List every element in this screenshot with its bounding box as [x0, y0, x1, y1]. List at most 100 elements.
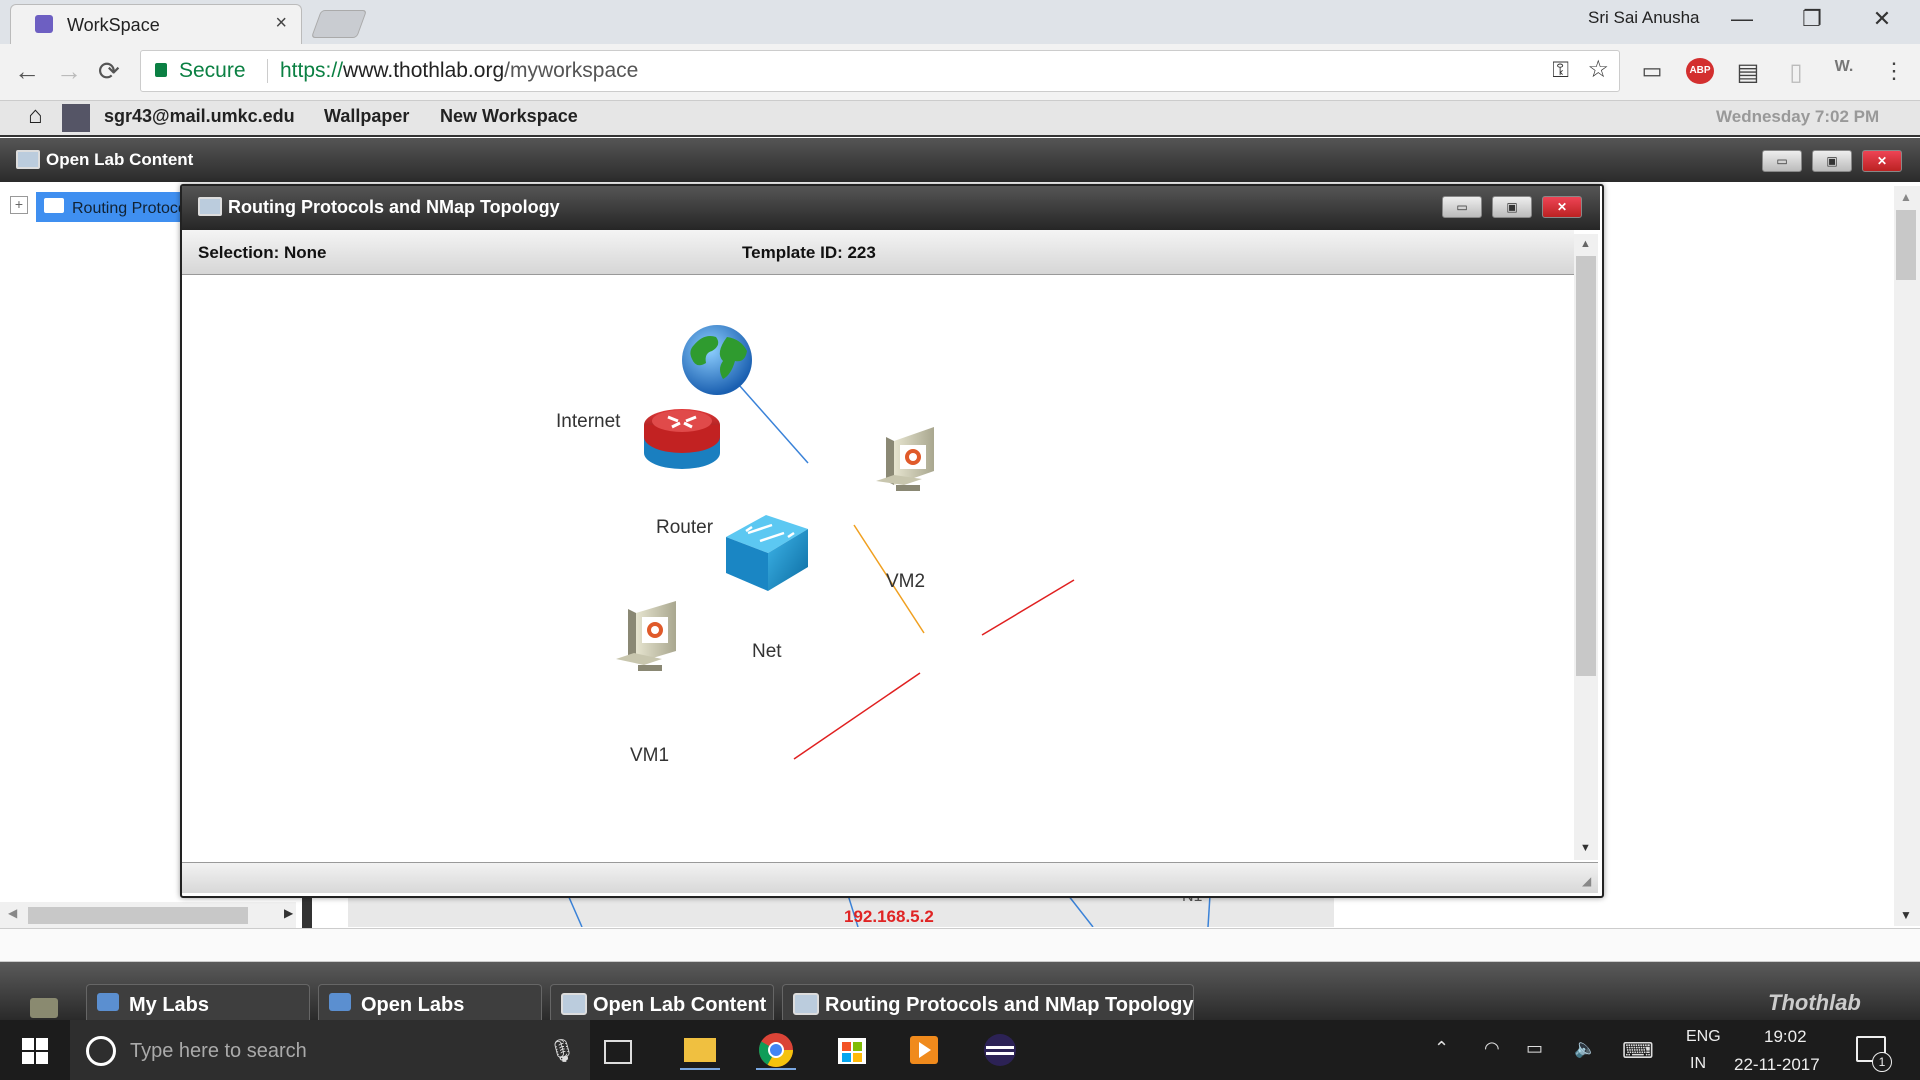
- panel-splitter[interactable]: [302, 896, 312, 928]
- task-view-icon[interactable]: [604, 1040, 632, 1064]
- home-icon[interactable]: ⌂: [28, 102, 43, 130]
- tree-expand-icon[interactable]: +: [10, 196, 28, 214]
- window-close-button[interactable]: ✕: [1862, 6, 1902, 32]
- microphone-icon[interactable]: 🎙: [548, 1038, 576, 1064]
- lab-tab-open-labs[interactable]: Open Labs: [318, 984, 542, 1021]
- search-placeholder: Type here to search: [130, 1040, 307, 1062]
- eclipse-icon[interactable]: [980, 1030, 1020, 1070]
- topology-minimize-button[interactable]: ▭: [1442, 196, 1482, 218]
- link-net-vm1: [793, 672, 921, 760]
- lab-tab-open-lab-content[interactable]: Open Lab Content: [550, 984, 774, 1021]
- browser-tab[interactable]: WorkSpace ×: [10, 4, 302, 45]
- film-extension-icon[interactable]: ▤: [1734, 58, 1762, 86]
- lab-tab-label: My Labs: [129, 994, 210, 1016]
- notification-count-badge: 1: [1872, 1052, 1892, 1072]
- topology-close-button[interactable]: ✕: [1542, 196, 1582, 218]
- volume-icon[interactable]: 🔈: [1574, 1038, 1596, 1059]
- vm2-computer-icon[interactable]: [876, 427, 934, 491]
- node-label-router: Router: [656, 517, 714, 538]
- lab-tab-label: Open Labs: [361, 994, 465, 1016]
- my-labs-icon: [97, 993, 119, 1011]
- status-bar: [0, 928, 1920, 962]
- node-label-internet: Internet: [556, 411, 621, 432]
- tree-item-routing-protocols[interactable]: Routing Protocols and NMap Topology: [36, 192, 345, 222]
- browser-tab-title: WorkSpace: [67, 15, 160, 35]
- avatar[interactable]: [62, 104, 90, 132]
- cast-icon[interactable]: ▭: [1638, 58, 1666, 84]
- page-vertical-scrollbar[interactable]: [1894, 186, 1920, 926]
- lab-tab-routing-topology[interactable]: Routing Protocols and NMap Topology: [782, 984, 1194, 1021]
- reload-icon[interactable]: ⟳: [98, 56, 120, 87]
- taskbar-date[interactable]: 22-11-2017: [1734, 1055, 1820, 1075]
- tray-chevron-icon[interactable]: ⌃: [1434, 1038, 1449, 1059]
- computer-icon: [16, 150, 40, 169]
- page-scroll-down-icon[interactable]: ▼: [1900, 908, 1912, 922]
- lab-tab-label: Open Lab Content: [593, 994, 767, 1016]
- windows-start-icon[interactable]: [22, 1038, 48, 1064]
- open-labs-icon: [329, 993, 351, 1011]
- olc-close-button[interactable]: ✕: [1862, 150, 1902, 172]
- selection-status: Selection: None: [198, 243, 327, 262]
- store-icon[interactable]: [832, 1030, 872, 1070]
- url-path: /myworkspace: [504, 59, 639, 82]
- background-ip-label: 192.168.5.2: [844, 907, 934, 926]
- input-region[interactable]: IN: [1690, 1055, 1706, 1073]
- page-vertical-scroll-thumb[interactable]: [1896, 210, 1916, 280]
- wallpaper-link[interactable]: Wallpaper: [324, 106, 409, 127]
- address-bar[interactable]: Secure https://www.thothlab.org/myworksp…: [140, 50, 1620, 92]
- back-arrow-icon[interactable]: ←: [14, 56, 40, 87]
- node-label-vm1: VM1: [630, 745, 670, 766]
- chrome-profile-name[interactable]: Sri Sai Anusha: [1588, 8, 1700, 28]
- window-restore-button[interactable]: ❐: [1792, 6, 1832, 32]
- pdf-extension-icon[interactable]: ▯: [1782, 58, 1810, 86]
- media-player-icon[interactable]: [904, 1030, 944, 1070]
- workspace-clock: Wednesday 7:02 PM: [1716, 107, 1880, 126]
- window-minimize-button[interactable]: —: [1722, 6, 1762, 32]
- computer-icon: [198, 197, 222, 216]
- computer-icon: [561, 993, 587, 1015]
- chrome-icon[interactable]: [756, 1030, 796, 1070]
- url-text[interactable]: https://www.thothlab.org/myworkspace: [267, 59, 638, 83]
- topology-scroll-down-icon[interactable]: ▼: [1580, 842, 1591, 854]
- taskbar-time[interactable]: 19:02: [1764, 1027, 1807, 1047]
- bookmark-star-icon[interactable]: ☆: [1587, 55, 1609, 84]
- topology-scroll-thumb[interactable]: [1576, 256, 1596, 676]
- new-workspace-link[interactable]: New Workspace: [440, 106, 578, 127]
- olc-maximize-button[interactable]: ▣: [1812, 150, 1852, 172]
- url-scheme: https://: [280, 59, 344, 82]
- lab-tab-label: Routing Protocols and NMap Topology: [825, 994, 1194, 1016]
- w-extension-icon[interactable]: W.: [1830, 58, 1858, 84]
- computer-icon: [793, 993, 819, 1015]
- topology-canvas[interactable]: Internet Router Net VM2 VM1: [182, 275, 1572, 861]
- horizontal-scroll-thumb[interactable]: [28, 907, 248, 924]
- tab-close-icon[interactable]: ×: [275, 12, 287, 35]
- desktop-icon[interactable]: [30, 998, 58, 1018]
- router-icon[interactable]: [644, 409, 720, 469]
- open-lab-content-titlebar[interactable]: [0, 138, 1920, 182]
- resize-grip-icon[interactable]: ◢: [1582, 874, 1591, 888]
- battery-icon[interactable]: ▭: [1526, 1038, 1543, 1059]
- adblock-plus-icon[interactable]: ABP: [1686, 58, 1714, 84]
- template-id: Template ID: 223: [742, 243, 876, 262]
- file-explorer-icon[interactable]: [680, 1030, 720, 1070]
- user-email-link[interactable]: sgr43@mail.umkc.edu: [104, 106, 295, 127]
- wifi-icon[interactable]: ◠: [1484, 1038, 1500, 1059]
- scroll-left-arrow-icon[interactable]: ◀: [8, 906, 17, 920]
- topology-footer-bar: [182, 862, 1598, 893]
- vm1-computer-icon[interactable]: [616, 601, 676, 671]
- topology-scroll-up-icon[interactable]: ▲: [1580, 238, 1591, 250]
- internet-globe-icon[interactable]: [682, 325, 752, 395]
- chrome-menu-icon[interactable]: ⋮: [1880, 58, 1908, 84]
- touch-keyboard-icon[interactable]: ⌨: [1622, 1038, 1654, 1064]
- page-scroll-up-icon[interactable]: ▲: [1900, 190, 1912, 204]
- forward-arrow-icon[interactable]: →: [56, 56, 82, 87]
- scroll-right-arrow-icon[interactable]: ▶: [284, 906, 293, 920]
- olc-minimize-button[interactable]: ▭: [1762, 150, 1802, 172]
- topology-maximize-button[interactable]: ▣: [1492, 196, 1532, 218]
- lab-tab-my-labs[interactable]: My Labs: [86, 984, 310, 1021]
- net-switch-icon[interactable]: [726, 515, 808, 591]
- input-language[interactable]: ENG: [1686, 1028, 1721, 1046]
- topology-diagram: [616, 325, 1075, 760]
- topology-window-title: Routing Protocols and NMap Topology: [228, 197, 560, 217]
- key-icon[interactable]: ⚿: [1552, 57, 1569, 83]
